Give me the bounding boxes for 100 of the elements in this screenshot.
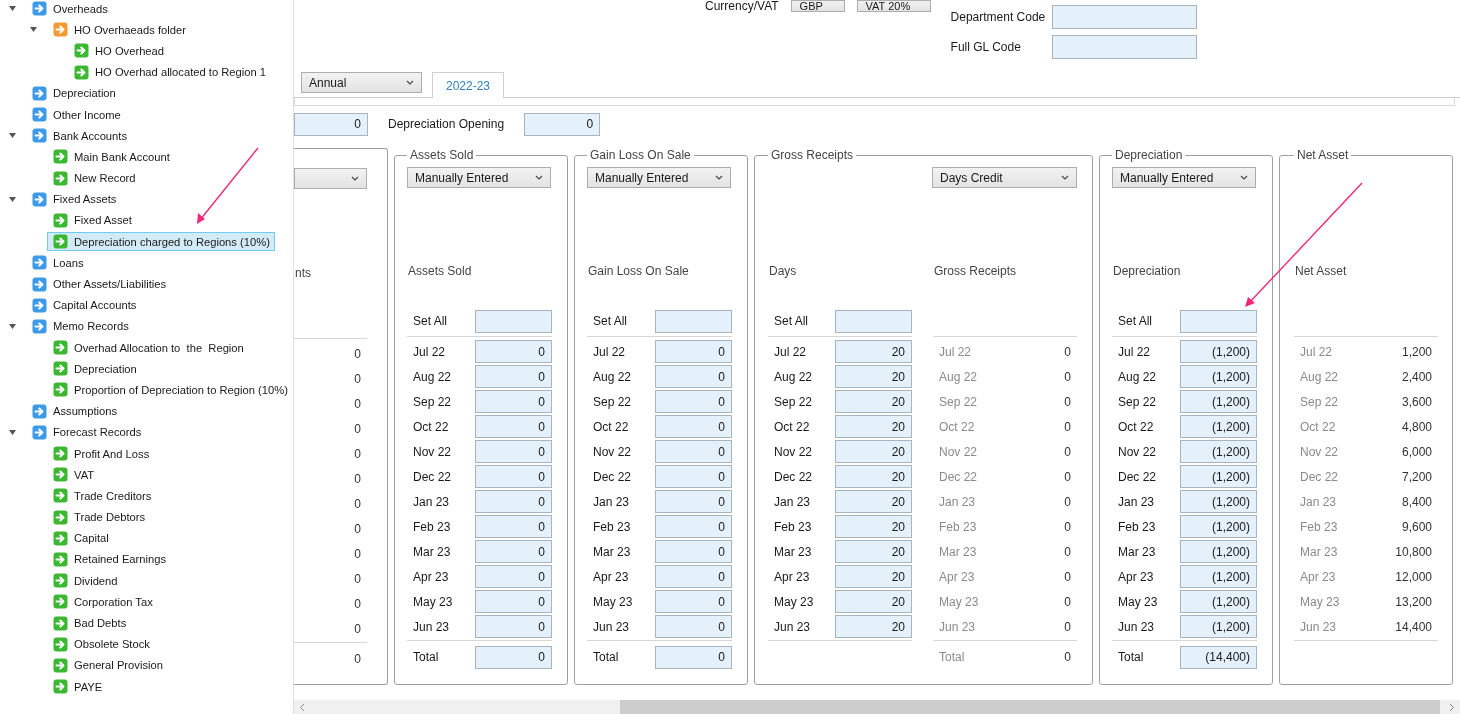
amount-field[interactable]: 0: [294, 112, 368, 136]
expander-icon[interactable]: [8, 321, 17, 331]
horizontal-scrollbar[interactable]: [294, 700, 1460, 714]
tree-item[interactable]: Capital Accounts: [26, 295, 142, 315]
amount-field[interactable]: 20: [835, 340, 912, 363]
tree-item[interactable]: Dividend: [47, 571, 123, 591]
scroll-right-icon[interactable]: [1449, 702, 1455, 712]
amount-field[interactable]: 0: [475, 440, 552, 463]
tree-item[interactable]: Retained Earnings: [47, 549, 172, 569]
tree-item[interactable]: Memo Records: [26, 316, 134, 336]
amount-field[interactable]: 0: [475, 540, 552, 563]
amount-field[interactable]: 0: [475, 465, 552, 488]
tree-item[interactable]: Trade Debtors: [47, 507, 151, 527]
method-dropdown[interactable]: Manually Entered: [407, 167, 551, 188]
amount-field[interactable]: 0: [475, 615, 552, 638]
amount-field[interactable]: (1,200): [1180, 565, 1257, 588]
tree-item[interactable]: Profit And Loss: [47, 444, 155, 464]
amount-field[interactable]: (1,200): [1180, 365, 1257, 388]
period-dropdown[interactable]: Annual: [301, 72, 422, 93]
vat-dropdown[interactable]: VAT 20%: [856, 0, 931, 12]
tree-item[interactable]: Fixed Asset: [47, 210, 137, 230]
amount-field[interactable]: (1,200): [1180, 415, 1257, 438]
tree-item[interactable]: Fixed Assets: [26, 189, 122, 209]
tree-item[interactable]: HO Overhaeads folder: [47, 20, 191, 40]
amount-field[interactable]: 0: [655, 490, 732, 513]
amount-field[interactable]: 0: [655, 515, 732, 538]
amount-field[interactable]: 20: [835, 490, 912, 513]
tree-item[interactable]: Depreciation: [47, 359, 142, 379]
tree-item[interactable]: General Provision: [47, 655, 168, 675]
amount-field[interactable]: 0: [475, 490, 552, 513]
tree-item[interactable]: Assumptions: [26, 401, 123, 421]
set-all-field[interactable]: [835, 309, 912, 333]
amount-field[interactable]: 0: [655, 415, 732, 438]
amount-field[interactable]: 0: [475, 515, 552, 538]
set-all-field[interactable]: [475, 309, 552, 333]
dropdown[interactable]: [294, 168, 367, 189]
tree-item[interactable]: Depreciation charged to Regions (10%): [47, 232, 275, 252]
tree-item[interactable]: Other Income: [26, 105, 126, 125]
tree-item[interactable]: Obsolete Stock: [47, 634, 155, 654]
code-field[interactable]: [1051, 5, 1197, 29]
amount-field[interactable]: 20: [835, 365, 912, 388]
amount-field[interactable]: (1,200): [1180, 490, 1257, 513]
amount-field[interactable]: 0: [655, 465, 732, 488]
amount-field[interactable]: 20: [835, 565, 912, 588]
amount-field[interactable]: 0: [655, 365, 732, 388]
tree-item[interactable]: Corporation Tax: [47, 592, 158, 612]
expander-icon[interactable]: [8, 427, 17, 437]
amount-field[interactable]: 0: [475, 340, 552, 363]
amount-field[interactable]: 20: [835, 590, 912, 613]
tree-item[interactable]: Depreciation: [26, 83, 121, 103]
tree-item[interactable]: Overheads: [26, 0, 113, 19]
expander-icon[interactable]: [8, 131, 17, 141]
amount-field[interactable]: 20: [835, 540, 912, 563]
amount-field[interactable]: 0: [655, 440, 732, 463]
amount-field[interactable]: (1,200): [1180, 590, 1257, 613]
tree-item[interactable]: Overhad Allocation to the Region: [47, 338, 249, 358]
tree-item[interactable]: Trade Creditors: [47, 486, 157, 506]
amount-field[interactable]: 0: [475, 390, 552, 413]
amount-field[interactable]: 0: [475, 365, 552, 388]
amount-field[interactable]: 20: [835, 415, 912, 438]
scroll-left-icon[interactable]: [299, 702, 305, 712]
amount-field[interactable]: 0: [655, 340, 732, 363]
amount-field[interactable]: 0: [655, 565, 732, 588]
amount-field[interactable]: 0: [475, 590, 552, 613]
scrollbar-thumb[interactable]: [620, 700, 1440, 714]
total-field[interactable]: 0: [475, 645, 552, 669]
method-dropdown[interactable]: Manually Entered: [587, 167, 731, 188]
tree-item[interactable]: Proportion of Depreciation to Region (10%): [47, 380, 293, 400]
tree-item[interactable]: Other Assets/Liabilities: [26, 274, 172, 294]
method-dropdown[interactable]: Manually Entered: [1112, 167, 1256, 188]
amount-field[interactable]: 20: [835, 615, 912, 638]
method-dropdown[interactable]: Days Credit: [932, 167, 1077, 188]
tree-item[interactable]: PAYE: [47, 677, 108, 697]
amount-field[interactable]: (1,200): [1180, 615, 1257, 638]
amount-field[interactable]: 0: [655, 540, 732, 563]
tree-item[interactable]: HO Overhad allocated to Region 1: [68, 62, 272, 82]
amount-field[interactable]: 20: [835, 515, 912, 538]
total-field[interactable]: 0: [655, 645, 732, 669]
amount-field[interactable]: (1,200): [1180, 390, 1257, 413]
set-all-field[interactable]: [1180, 309, 1257, 333]
year-tab[interactable]: 2022-23: [432, 72, 505, 98]
expander-icon[interactable]: [8, 4, 17, 14]
set-all-field[interactable]: [655, 309, 732, 333]
amount-field[interactable]: 20: [835, 440, 912, 463]
currency-dropdown[interactable]: GBP: [790, 0, 845, 12]
expander-icon[interactable]: [8, 194, 17, 204]
amount-field[interactable]: 0: [655, 390, 732, 413]
amount-field[interactable]: 20: [835, 390, 912, 413]
amount-field[interactable]: 20: [835, 465, 912, 488]
amount-field[interactable]: (1,200): [1180, 465, 1257, 488]
tree-item[interactable]: HO Overhead: [68, 41, 170, 61]
tree-item[interactable]: Bad Debts: [47, 613, 132, 633]
tree-item[interactable]: New Record: [47, 168, 141, 188]
amount-field[interactable]: (1,200): [1180, 515, 1257, 538]
amount-field[interactable]: (1,200): [1180, 340, 1257, 363]
amount-field[interactable]: (1,200): [1180, 540, 1257, 563]
tree-item[interactable]: Loans: [26, 253, 89, 273]
amount-field[interactable]: 0: [655, 590, 732, 613]
tree-item[interactable]: VAT: [47, 465, 100, 485]
expander-icon[interactable]: [29, 25, 38, 35]
